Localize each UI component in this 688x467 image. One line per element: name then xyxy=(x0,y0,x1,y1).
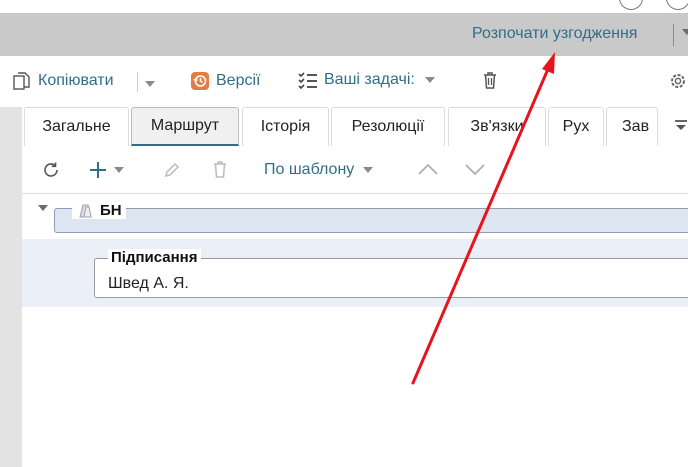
chevron-up-icon[interactable] xyxy=(417,162,439,176)
left-gutter xyxy=(0,107,22,467)
route-toolbar: По шаблону xyxy=(22,147,688,194)
tab-history[interactable]: Історія xyxy=(242,107,329,146)
checklist-icon xyxy=(298,72,317,89)
add-stage-button[interactable] xyxy=(88,160,124,180)
versions-button[interactable]: Версії xyxy=(190,71,260,91)
tab-tasks[interactable]: Зав xyxy=(606,107,658,146)
route-group-title: БН xyxy=(72,202,126,219)
chevron-down-icon[interactable] xyxy=(682,29,688,35)
tab-resolutions[interactable]: Резолюції xyxy=(331,107,445,146)
start-approval-button[interactable]: Розпочати узгодження xyxy=(472,25,637,43)
window-top-strip xyxy=(0,0,688,13)
divider xyxy=(673,24,674,46)
trash-icon[interactable] xyxy=(482,71,498,89)
copy-icon xyxy=(13,72,30,90)
route-stage-row: Підписання Швед А. Я. xyxy=(22,239,688,307)
chevron-down-icon[interactable] xyxy=(145,81,155,87)
tab-general[interactable]: Загальне xyxy=(24,107,129,146)
stage-participant: Швед А. Я. xyxy=(108,275,189,292)
refresh-icon[interactable] xyxy=(42,161,60,179)
copy-button[interactable]: Копіювати xyxy=(12,71,114,91)
history-icon xyxy=(191,72,209,90)
circle-icon[interactable] xyxy=(619,0,643,10)
action-bar: Розпочати узгодження xyxy=(0,13,688,56)
by-template-button[interactable]: По шаблону xyxy=(264,161,374,179)
tab-bar: Загальне Маршрут Історія Резолюції Зв'яз… xyxy=(22,107,688,147)
gear-icon[interactable] xyxy=(668,71,688,91)
my-tasks-label: Ваші задачі: xyxy=(324,71,415,88)
tab-route[interactable]: Маршрут xyxy=(131,107,239,146)
by-template-label: По шаблону xyxy=(264,161,355,178)
edit-icon[interactable] xyxy=(163,161,181,179)
collapse-toggle-icon[interactable] xyxy=(38,205,48,211)
copy-label: Копіювати xyxy=(38,72,114,89)
chevron-down-icon[interactable] xyxy=(464,163,486,177)
route-tree: БН Підписання Швед А. Я. xyxy=(22,194,688,467)
chevron-down-icon xyxy=(424,77,435,83)
divider xyxy=(137,72,138,92)
document-group-icon xyxy=(79,204,92,217)
tab-movement[interactable]: Рух xyxy=(548,107,604,146)
chevron-down-icon xyxy=(363,167,374,173)
tabs-overflow-icon[interactable] xyxy=(674,119,688,133)
versions-label: Версії xyxy=(216,72,261,89)
tab-links[interactable]: Зв'язки xyxy=(448,107,546,146)
plus-icon xyxy=(90,162,106,178)
stage-title: Підписання xyxy=(108,249,201,266)
route-group[interactable] xyxy=(54,208,688,233)
my-tasks-button[interactable]: Ваші задачі: xyxy=(298,71,435,89)
chevron-down-icon xyxy=(114,167,124,173)
trash-icon[interactable] xyxy=(212,160,228,178)
document-toolbar: Копіювати Версії Ваші задачі: xyxy=(0,56,688,107)
circle-icon[interactable] xyxy=(666,0,688,10)
